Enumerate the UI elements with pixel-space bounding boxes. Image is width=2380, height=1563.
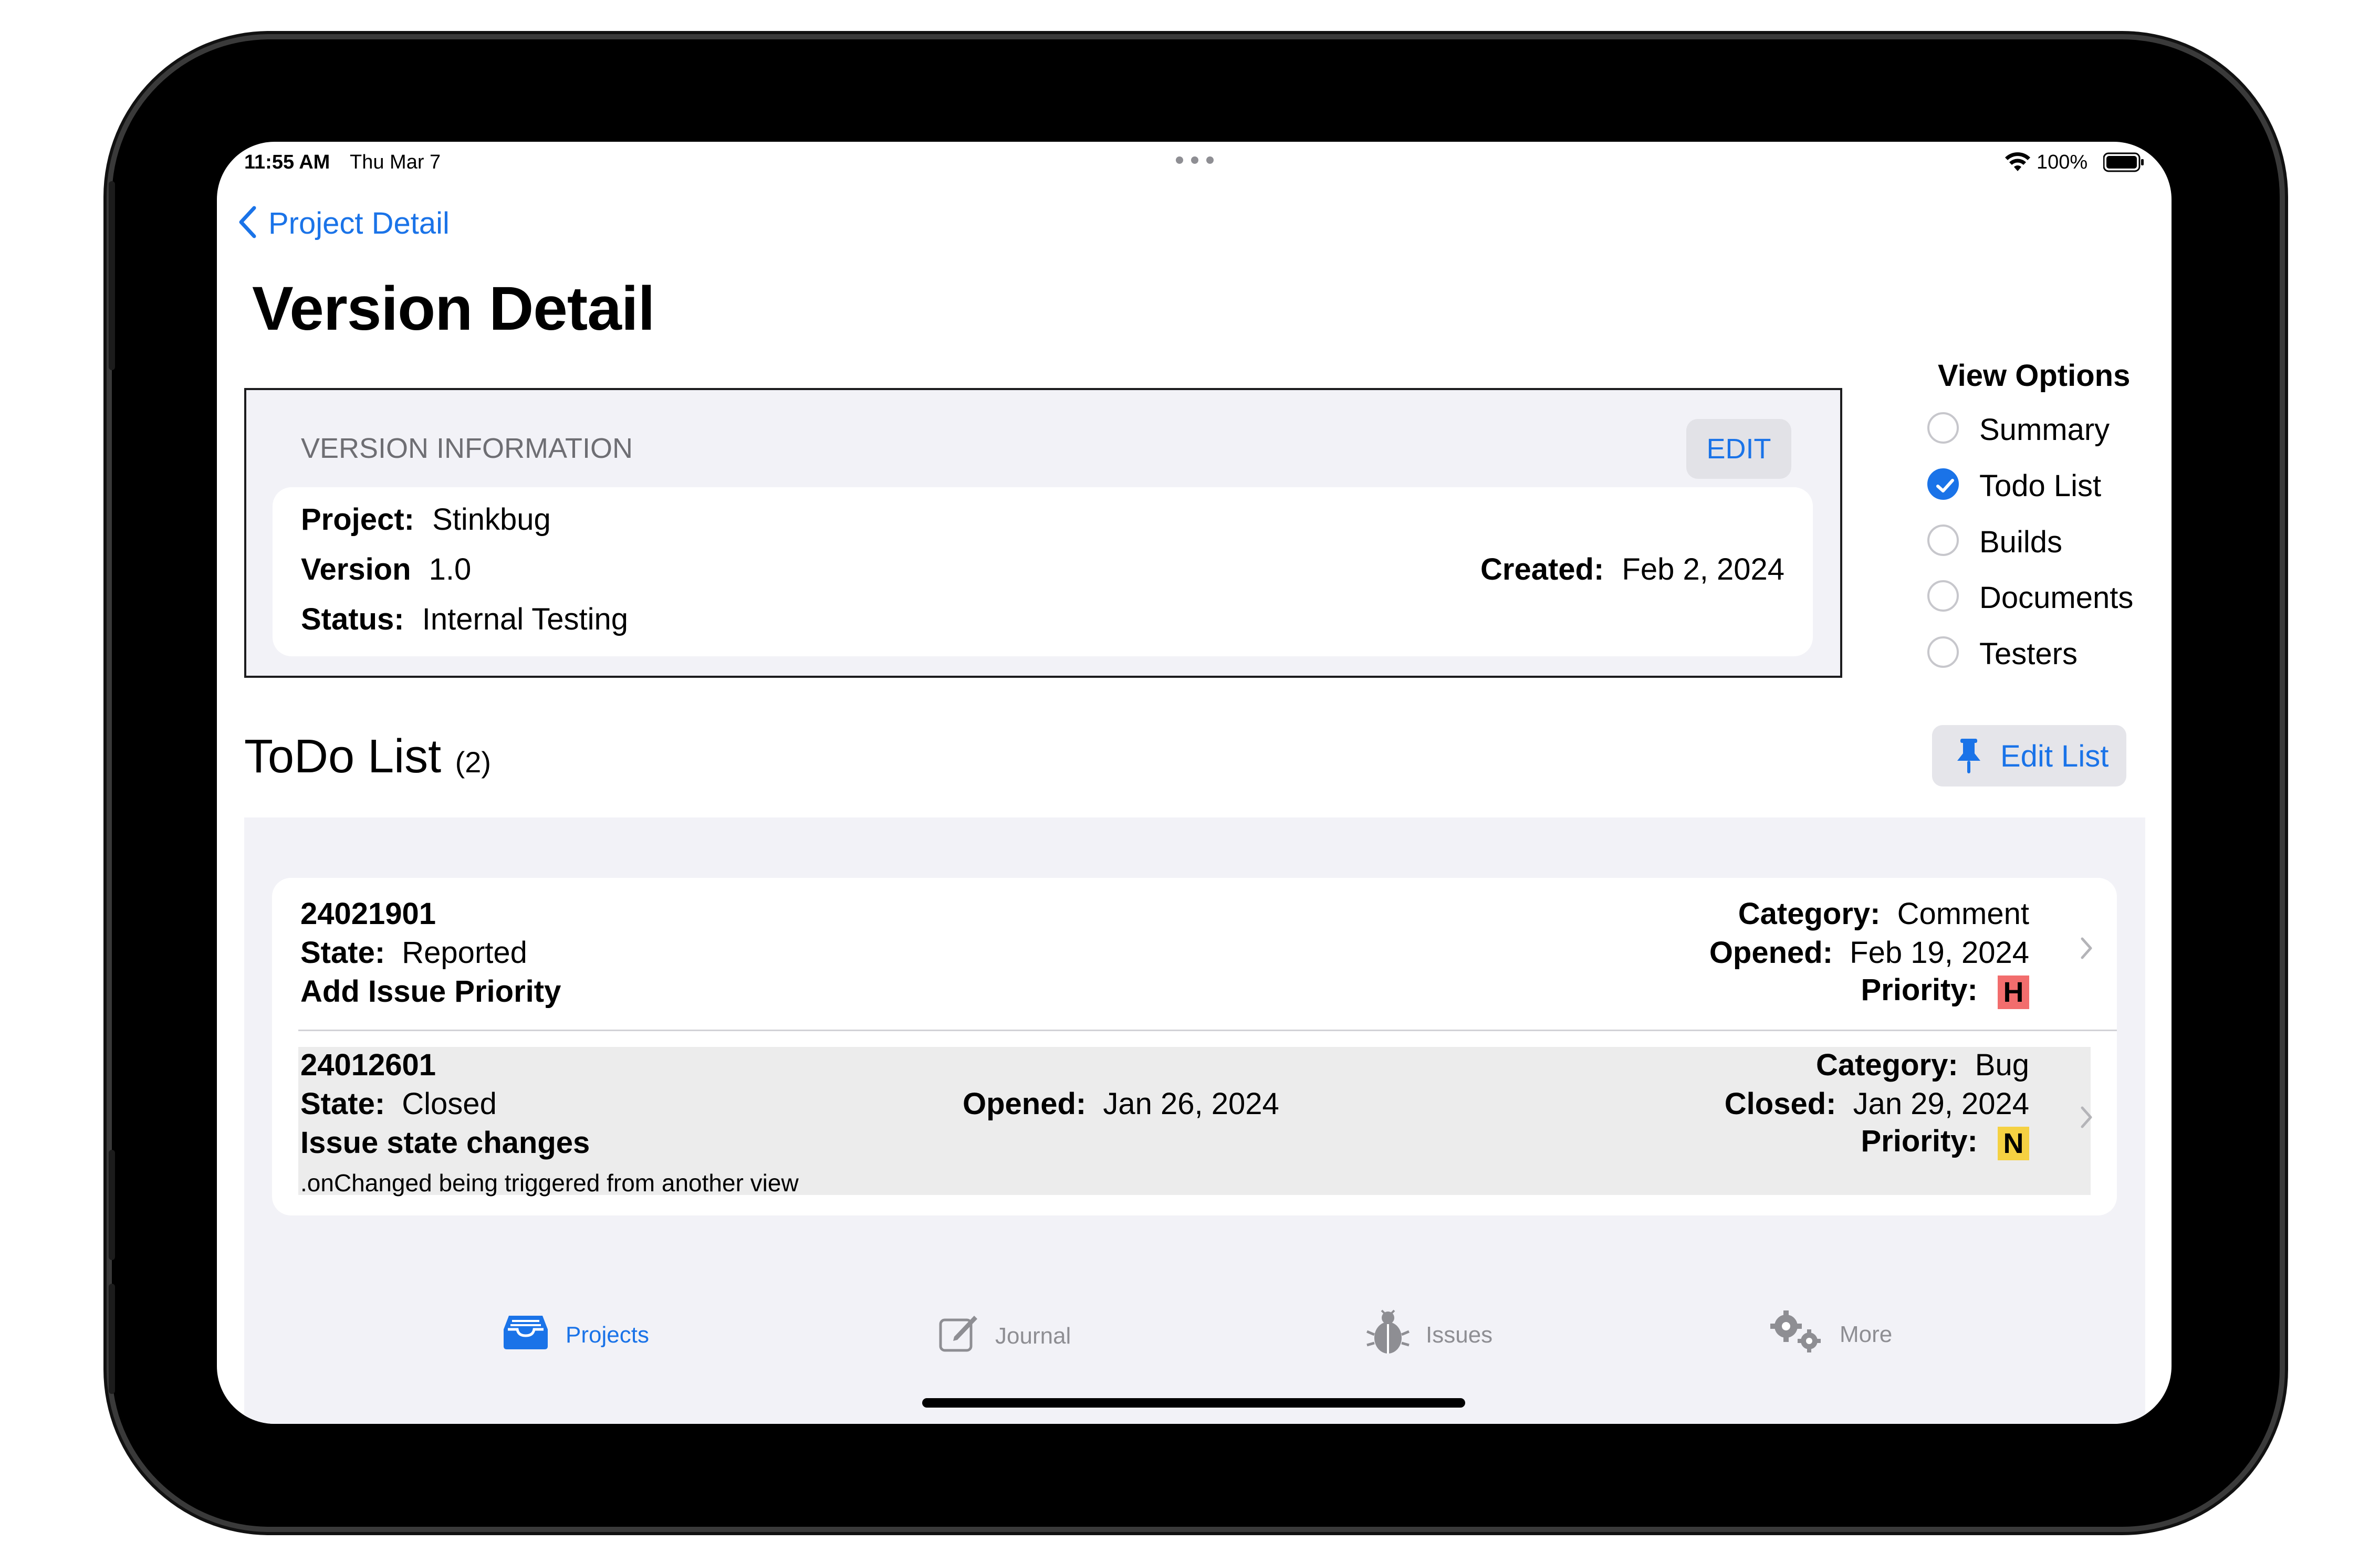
side-button	[109, 1284, 115, 1394]
category-label: Category:	[1815, 1048, 1958, 1082]
issue-state: State: Reported	[300, 935, 527, 970]
tab-projects[interactable]: Projects	[502, 1314, 649, 1356]
tab-more[interactable]: More	[1769, 1309, 1892, 1359]
opened-value: Jan 26, 2024	[1103, 1087, 1279, 1121]
category-label: Category:	[1738, 897, 1881, 931]
chevron-right-icon	[2080, 932, 2093, 968]
testers-option-label[interactable]: Testers	[1979, 636, 2078, 672]
status-time: 11:55 AM	[244, 151, 330, 173]
created-row: Created: Feb 2, 2024	[1480, 552, 1784, 587]
chevron-left-icon	[238, 206, 257, 241]
issue-id: 24021901	[300, 897, 436, 931]
issue-note: .onChanged being triggered from another …	[300, 1169, 799, 1197]
state-label: State:	[300, 936, 385, 970]
todo-list-option-label[interactable]: Todo List	[1979, 468, 2101, 503]
home-indicator[interactable]	[922, 1398, 1465, 1408]
issue-state: State: Closed	[300, 1086, 497, 1121]
edit-version-button[interactable]: EDIT	[1686, 419, 1791, 479]
created-label: Created:	[1480, 552, 1604, 586]
summary-radio[interactable]	[1927, 412, 1959, 444]
tab-more-label: More	[1840, 1321, 1893, 1347]
todo-header: ToDo List (2)	[244, 730, 491, 784]
pin-icon	[1955, 738, 1982, 782]
version-value: 1.0	[429, 552, 472, 586]
edit-list-button[interactable]: Edit List	[1932, 725, 2126, 786]
issue-closed: Closed: Jan 29, 2024	[1725, 1086, 2029, 1121]
page-title: Version Detail	[252, 274, 655, 343]
issue-opened: Opened: Feb 19, 2024	[1709, 935, 2029, 970]
category-value: Comment	[1897, 897, 2029, 931]
category-value: Bug	[1975, 1048, 2029, 1082]
issue-priority: Priority: N	[1861, 1124, 2029, 1160]
compose-icon	[938, 1313, 979, 1359]
chevron-right-icon	[2080, 1101, 2093, 1137]
tab-issues[interactable]: Issues	[1366, 1308, 1492, 1361]
volume-down-button	[109, 1150, 115, 1260]
documents-option-label[interactable]: Documents	[1979, 580, 2133, 615]
state-label: State:	[300, 1087, 385, 1121]
state-value: Closed	[402, 1087, 497, 1121]
opened-label: Opened:	[1709, 936, 1833, 970]
closed-value: Jan 29, 2024	[1853, 1087, 2029, 1121]
view-options-title: View Options	[1938, 359, 2131, 393]
version-row: Version 1.0	[301, 552, 471, 587]
version-label: Version	[301, 552, 411, 586]
version-info-section: VERSION INFORMATION EDIT Project: Stinkb…	[244, 388, 1842, 678]
todo-title: ToDo List	[244, 730, 442, 783]
priority-label: Priority:	[1861, 973, 1978, 1007]
priority-badge: H	[1998, 975, 2029, 1009]
screen: 11:55 AM Thu Mar 7 100% Project Detail V…	[217, 142, 2172, 1424]
status-date: Thu Mar 7	[350, 151, 441, 173]
status-value: Internal Testing	[422, 602, 628, 636]
version-info-card: Project: Stinkbug Version 1.0 Status: In…	[273, 487, 1813, 656]
todo-count: (2)	[455, 746, 492, 779]
opened-label: Opened:	[963, 1087, 1087, 1121]
back-button[interactable]: Project Detail	[238, 206, 450, 241]
priority-badge: N	[1998, 1126, 2029, 1160]
tab-journal-label: Journal	[995, 1323, 1071, 1349]
issue-priority: Priority: H	[1861, 972, 2029, 1009]
ladybug-icon	[1366, 1308, 1410, 1361]
status-row: Status: Internal Testing	[301, 602, 628, 637]
issue-title: Issue state changes	[300, 1126, 590, 1160]
tab-issues-label: Issues	[1426, 1321, 1493, 1348]
issue-category: Category: Bug	[1816, 1047, 2029, 1083]
project-value: Stinkbug	[432, 502, 551, 537]
wifi-icon	[2005, 152, 2031, 175]
gears-icon	[1769, 1309, 1824, 1359]
checkmark-icon	[1936, 479, 1954, 492]
project-label: Project:	[301, 502, 414, 537]
issue-title: Add Issue Priority	[300, 974, 561, 1009]
issue-id: 24012601	[300, 1048, 436, 1082]
version-info-header: VERSION INFORMATION	[301, 433, 633, 464]
battery-percent: 100%	[2037, 151, 2088, 173]
builds-option-label[interactable]: Builds	[1979, 525, 2062, 560]
todo-list-radio[interactable]	[1927, 468, 1959, 500]
edit-list-label: Edit List	[2000, 739, 2109, 773]
tab-projects-label: Projects	[566, 1321, 649, 1348]
status-label: Status:	[301, 602, 404, 636]
documents-radio[interactable]	[1927, 580, 1959, 612]
issue-opened: Opened: Jan 26, 2024	[963, 1086, 1279, 1121]
issue-category: Category: Comment	[1738, 896, 2029, 931]
summary-option-label[interactable]: Summary	[1979, 412, 2110, 447]
multitasking-dots-icon[interactable]	[1176, 156, 1214, 164]
row-divider	[298, 1030, 2117, 1031]
closed-label: Closed:	[1724, 1087, 1836, 1121]
volume-up-button	[109, 181, 115, 370]
state-value: Reported	[402, 936, 527, 970]
testers-radio[interactable]	[1927, 636, 1959, 668]
tab-journal[interactable]: Journal	[938, 1313, 1071, 1359]
created-value: Feb 2, 2024	[1622, 552, 1784, 586]
todo-list-card: 24021901 State: Reported Add Issue Prior…	[272, 878, 2117, 1215]
opened-value: Feb 19, 2024	[1850, 936, 2029, 970]
battery-icon	[2103, 152, 2145, 175]
back-label: Project Detail	[268, 206, 450, 240]
priority-label: Priority:	[1861, 1124, 1978, 1158]
project-row: Project: Stinkbug	[301, 502, 551, 537]
tray-icon	[502, 1314, 550, 1356]
builds-radio[interactable]	[1927, 525, 1959, 556]
